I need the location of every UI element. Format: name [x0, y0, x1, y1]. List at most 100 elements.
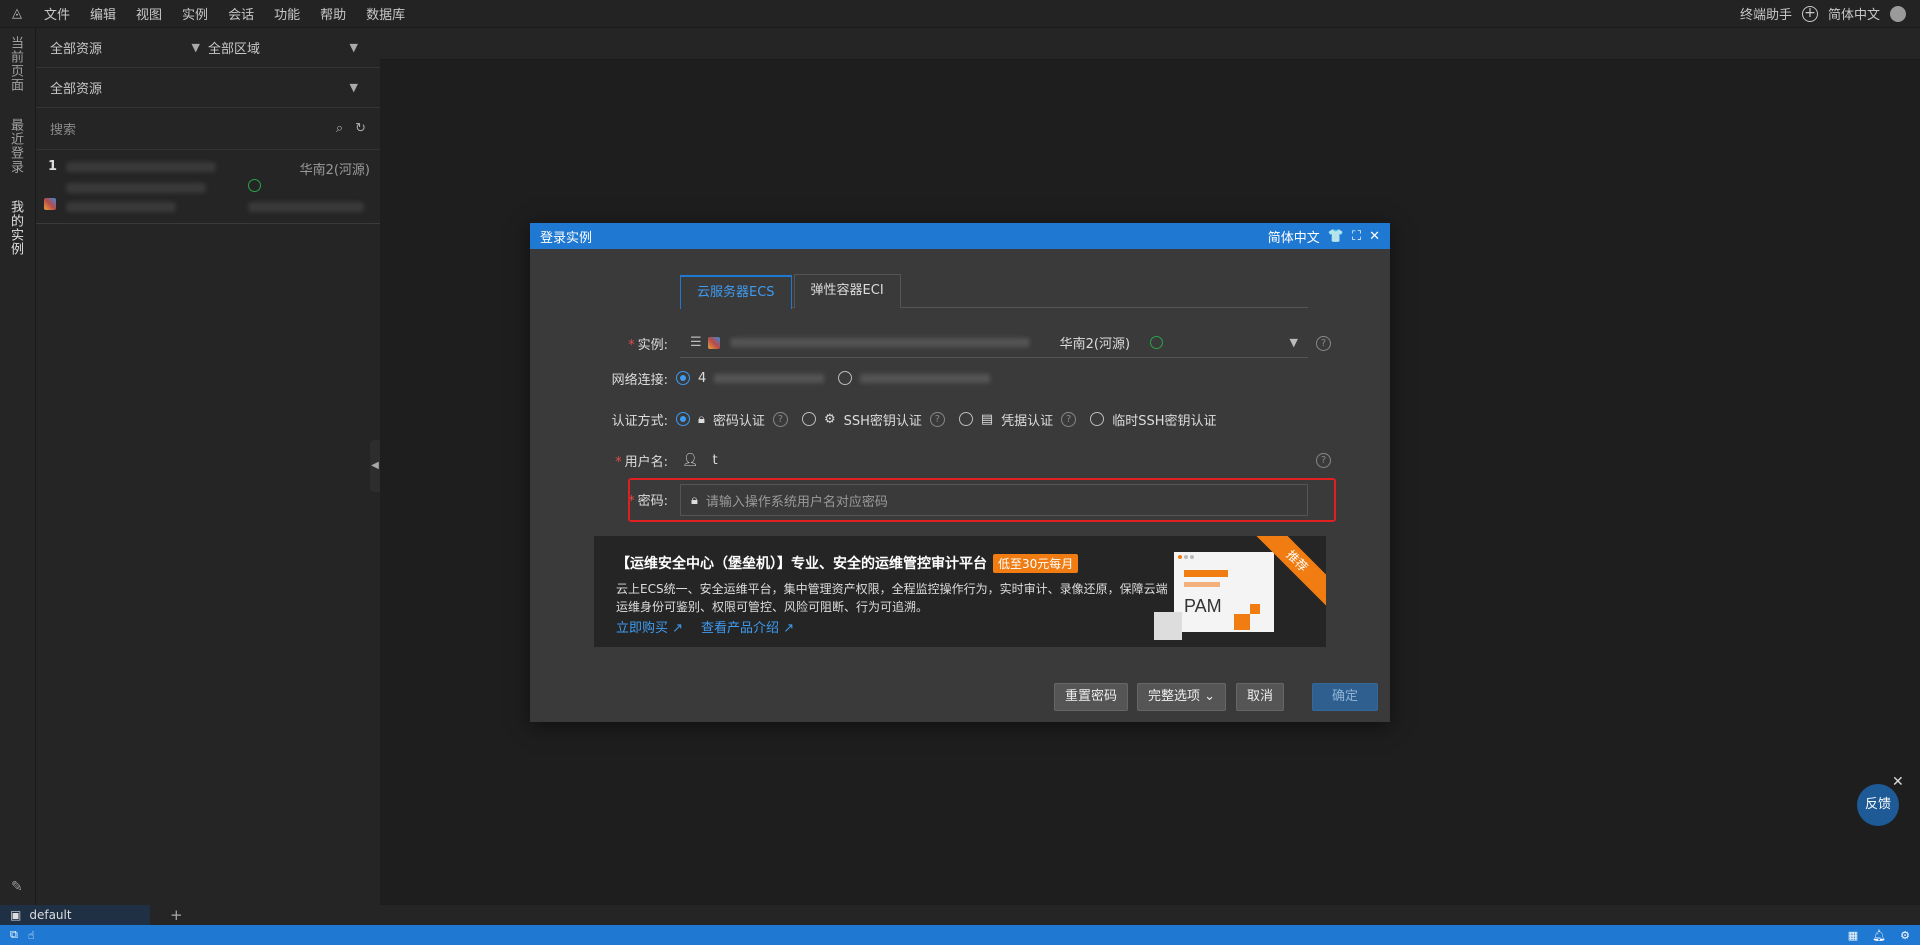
instance-select[interactable]: ☰ 华南2(河源) ▼ — [680, 328, 1308, 358]
settings-icon[interactable]: ⚙ — [1900, 929, 1910, 942]
bell-icon[interactable]: 🔔︎ — [1872, 929, 1886, 942]
close-icon[interactable]: ✕ — [1369, 229, 1380, 244]
full-options-button[interactable]: 完整选项 ⌄ — [1137, 683, 1227, 711]
pin-icon[interactable]: ✎ — [11, 879, 23, 895]
left-rail: 当前页面 最近登录 我的实例 ✎ — [0, 28, 36, 905]
banner-description: 云上ECS统一、安全运维平台，集中管理资产权限，全程监控操作行为，实时审计、录像… — [616, 582, 1168, 614]
refresh-icon[interactable]: ↻ — [355, 121, 366, 136]
app-logo-icon: ◬ — [12, 6, 22, 21]
radio-unselected[interactable] — [801, 412, 816, 426]
cancel-button[interactable]: 取消 — [1236, 683, 1285, 711]
search-input[interactable]: 搜索 — [50, 119, 324, 138]
layout-icon[interactable]: ▦ — [1848, 929, 1858, 942]
radio-unselected[interactable] — [838, 371, 853, 385]
resource-filter-dropdown[interactable]: 全部资源 ▼ — [50, 38, 208, 57]
buy-now-link[interactable]: 立即购买 ↗ — [616, 617, 683, 636]
username-value[interactable]: t — [713, 453, 718, 468]
auth-option-ssh-key[interactable]: ⚙ SSH密钥认证 ? — [801, 410, 945, 429]
chevron-down-icon: ▼ — [191, 41, 200, 54]
region-filter-dropdown[interactable]: 全部区域 ▼ — [208, 38, 366, 57]
menu-bar: ◬ 文件 编辑 视图 实例 会话 功能 帮助 数据库 终端助手 + 简体中文 — [0, 0, 1920, 28]
menu-instance[interactable]: 实例 — [172, 4, 218, 23]
price-badge: 低至30元每月 — [993, 554, 1079, 573]
os-icon — [44, 198, 56, 210]
dialog-title: 登录实例 — [540, 230, 593, 246]
menu-session[interactable]: 会话 — [218, 4, 264, 23]
login-instance-dialog: 登录实例 简体中文 👕 ⛶ ✕ 云服务器ECS 弹性容器ECI * 实例: ☰ 华… — [530, 223, 1390, 722]
running-status-icon — [248, 179, 261, 192]
close-icon[interactable]: ✕ — [1892, 774, 1904, 790]
auth-option-password[interactable]: 🔒︎ 密码认证 ? — [676, 410, 788, 429]
svg-text:PAM: PAM — [1184, 596, 1222, 616]
menu-database[interactable]: 数据库 — [356, 4, 415, 23]
help-icon[interactable]: ? — [772, 411, 788, 427]
confirm-button[interactable]: 确定 — [1312, 683, 1378, 711]
instance-search[interactable]: 搜索 ⌕ ↻ — [36, 108, 380, 150]
radio-selected[interactable] — [676, 412, 690, 426]
instance-list-item[interactable]: 1 华南2(河源) — [36, 150, 380, 224]
add-icon[interactable]: + — [1801, 5, 1818, 22]
resource-group-dropdown[interactable]: 全部资源 ▼ — [50, 78, 366, 97]
rail-tab-recent-login[interactable]: 最近登录 — [6, 118, 25, 174]
fullscreen-icon[interactable]: ⛶ — [1352, 229, 1361, 244]
resource-group-value: 全部资源 — [50, 82, 103, 97]
dialog-language-switch[interactable]: 简体中文 — [1268, 227, 1320, 246]
username-field-row: * 用户名: 👤︎ t — [530, 445, 1390, 475]
instance-spec-redacted — [248, 202, 364, 212]
avatar[interactable] — [1890, 5, 1906, 22]
os-icon — [707, 336, 720, 349]
rail-tab-my-instances[interactable]: 我的实例 — [6, 200, 25, 256]
username-label: * 用户名: — [615, 454, 668, 470]
menu-help[interactable]: 帮助 — [310, 4, 356, 23]
region-filter-value: 全部区域 — [208, 42, 261, 57]
terminal-tab-bar: ▣ default + — [0, 905, 1920, 925]
auth-option-credential[interactable]: ▤ 凭据认证 ? — [958, 410, 1077, 429]
key-icon: ⚙ — [823, 411, 836, 427]
help-icon[interactable]: ? — [1316, 453, 1331, 468]
help-icon[interactable]: ? — [1316, 336, 1331, 351]
reset-password-button[interactable]: 重置密码 — [1054, 683, 1129, 711]
search-icon[interactable]: ⌕ — [336, 121, 343, 136]
network-address-redacted — [714, 373, 825, 383]
hand-icon[interactable]: ☝ — [28, 929, 35, 942]
network-address-redacted — [860, 373, 991, 383]
dialog-header: 登录实例 简体中文 👕 ⛶ ✕ — [530, 223, 1390, 249]
terminal-assistant-link[interactable]: 终端助手 — [1740, 4, 1792, 23]
tab-ecs[interactable]: 云服务器ECS — [680, 275, 792, 309]
chevron-down-icon: ⌄ — [1204, 689, 1216, 704]
server-icon: ☰ — [690, 335, 702, 350]
radio-selected[interactable] — [676, 371, 690, 385]
add-terminal-icon[interactable]: + — [170, 906, 183, 924]
network-option-2[interactable] — [838, 371, 991, 385]
network-field-row: 网络连接: 4 — [530, 363, 1390, 393]
instance-id-redacted — [66, 183, 206, 193]
radio-unselected[interactable] — [1090, 412, 1105, 426]
radio-unselected[interactable] — [958, 412, 973, 426]
feedback-button[interactable]: 反馈 — [1857, 784, 1899, 826]
menu-function[interactable]: 功能 — [264, 4, 310, 23]
terminal-tab-default[interactable]: ▣ default — [0, 905, 150, 925]
resource-filter-value: 全部资源 — [50, 42, 103, 57]
running-status-icon — [1150, 336, 1164, 349]
chevron-down-icon: ▼ — [349, 81, 358, 94]
instance-side-panel: 全部资源 ▼ 全部区域 ▼ 全部资源 ▼ 搜索 ⌕ ↻ 1 华南2(河源) — [36, 28, 380, 905]
collapse-panel-handle[interactable]: ◀ — [370, 440, 380, 492]
filter-row-2: 全部资源 ▼ — [36, 68, 380, 108]
product-intro-link[interactable]: 查看产品介绍 ↗ — [701, 617, 794, 636]
instance-name-redacted — [66, 162, 216, 172]
tab-eci[interactable]: 弹性容器ECI — [793, 274, 901, 308]
rail-tab-current-page[interactable]: 当前页面 — [6, 36, 25, 92]
instance-name-redacted — [729, 338, 1030, 347]
help-icon[interactable]: ? — [1061, 411, 1077, 427]
menu-file[interactable]: 文件 — [34, 4, 80, 23]
instance-region: 华南2(河源) — [299, 163, 370, 178]
language-switch[interactable]: 简体中文 — [1828, 4, 1880, 23]
help-icon[interactable]: ? — [929, 411, 945, 427]
auth-option-temp-ssh-key[interactable]: 临时SSH密钥认证 — [1090, 410, 1216, 429]
auth-field-row: 认证方式: 🔒︎ 密码认证 ? ⚙ SSH密钥认证 ? ▤ 凭据认证 ? 临时S… — [530, 404, 1390, 434]
menu-view[interactable]: 视图 — [126, 4, 172, 23]
shirt-icon[interactable]: 👕 — [1328, 229, 1344, 244]
network-option-1[interactable]: 4 — [676, 371, 825, 386]
menu-edit[interactable]: 编辑 — [80, 4, 126, 23]
sync-icon[interactable]: ⧉ — [10, 928, 18, 942]
